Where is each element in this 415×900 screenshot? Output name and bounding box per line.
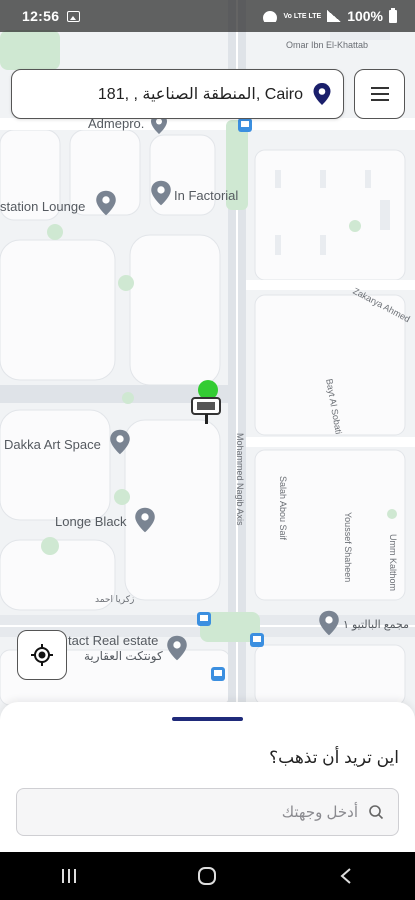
street-label: Umm Kalthom [388, 534, 398, 592]
place-label: station Lounge [0, 199, 86, 214]
back-icon [340, 868, 351, 884]
place-pin-icon[interactable] [109, 429, 131, 455]
wifi-icon [263, 11, 277, 22]
recents-icon [62, 869, 77, 883]
back-button[interactable] [326, 856, 366, 896]
place-pin-icon[interactable] [318, 610, 340, 636]
place-pin-icon[interactable] [134, 507, 156, 533]
system-nav-bar [0, 852, 415, 900]
home-button[interactable] [187, 856, 227, 896]
street-label: Youssef Shaheen [343, 512, 353, 583]
status-time: 12:56 [22, 8, 60, 24]
menu-button[interactable] [354, 69, 405, 119]
street-label: Salah Abou Saif [278, 476, 288, 541]
driver-marker-icon[interactable] [188, 380, 230, 426]
signal-icon [327, 10, 342, 22]
transit-icon[interactable] [238, 118, 252, 132]
hamburger-icon [370, 87, 389, 89]
home-icon [198, 867, 217, 885]
battery-percent: 100% [347, 8, 383, 24]
battery-icon [389, 7, 397, 23]
image-notification-icon [67, 10, 81, 22]
place-pin-icon[interactable] [150, 180, 172, 206]
place-label: Omar Ibn El-Khattab [286, 40, 369, 50]
place-label: مجمع البالتيو ١ [343, 619, 409, 631]
street-label: زكريا احمد [95, 594, 135, 604]
crosshair-icon [31, 644, 53, 666]
sheet-handle[interactable] [172, 717, 243, 721]
destination-input[interactable]: أدخل وجهتك [16, 788, 399, 836]
place-label: In Factorial [174, 188, 239, 203]
search-icon [369, 805, 384, 820]
transit-icon[interactable] [250, 633, 264, 647]
place-pin-icon[interactable] [95, 190, 117, 216]
place-pin-icon[interactable] [166, 635, 188, 661]
destination-sheet: اين تريد أن تذهب؟ أدخل وجهتك [0, 702, 415, 852]
destination-placeholder: أدخل وجهتك [281, 804, 358, 821]
network-type: Vo LTE LTE [283, 12, 322, 20]
place-label: Dakka Art Space [4, 437, 101, 452]
status-bar: 12:56 Vo LTE LTE 100% [0, 0, 415, 32]
location-pin-icon [313, 83, 331, 105]
current-location-bar[interactable]: 181, , المنطقة الصناعية, Cairo [11, 69, 344, 119]
place-label: Longe Black [55, 514, 127, 529]
street-label: Mohammed Nagib Axis [235, 433, 245, 526]
locate-me-button[interactable] [17, 630, 67, 680]
place-label: كونتكت العقارية [84, 649, 163, 663]
transit-icon[interactable] [211, 667, 225, 681]
place-label: tact Real estate [68, 633, 159, 648]
transit-icon[interactable] [197, 612, 211, 626]
destination-question: اين تريد أن تذهب؟ [269, 748, 399, 767]
recents-button[interactable] [49, 856, 89, 896]
current-location-text: 181, , المنطقة الصناعية, Cairo [97, 86, 303, 103]
